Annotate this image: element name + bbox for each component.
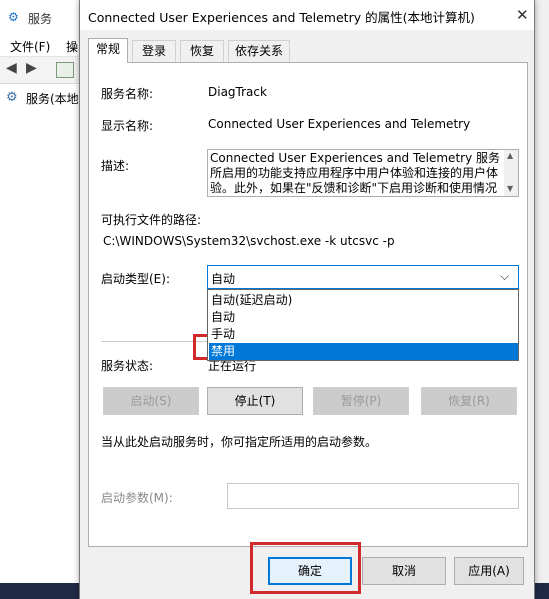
- description-scrollbar[interactable]: ▲ ▼: [504, 150, 518, 196]
- tree-item-services-local[interactable]: 服务(本地: [26, 90, 79, 107]
- properties-dialog: Connected User Experiences and Telemetry…: [79, 0, 535, 599]
- pause-button[interactable]: 暂停(P): [313, 387, 409, 415]
- tab-logon[interactable]: 登录: [132, 40, 176, 62]
- scroll-up-icon[interactable]: ▲: [507, 151, 513, 160]
- service-name-value: DiagTrack: [208, 85, 267, 99]
- background-scroll-edge: [534, 0, 549, 599]
- startup-type-select[interactable]: 自动 ⌵: [207, 265, 519, 289]
- dialog-titlebar: Connected User Experiences and Telemetry…: [80, 0, 534, 30]
- tab-dependencies[interactable]: 依存关系: [228, 40, 290, 62]
- back-arrow-icon[interactable]: ◀: [6, 60, 17, 76]
- startup-type-label: 启动类型(E):: [101, 272, 170, 286]
- menu-file[interactable]: 文件(F): [10, 38, 50, 55]
- tab-general[interactable]: 常规: [88, 38, 128, 63]
- menu-action[interactable]: 操: [66, 38, 78, 55]
- services-window: ⚙ 服务 文件(F) 操 ◀ ▶ ⚙ 服务(本地: [0, 0, 80, 599]
- start-params-label: 启动参数(M):: [101, 491, 173, 505]
- startup-option-manual[interactable]: 手动: [209, 326, 518, 343]
- service-name-label: 服务名称:: [101, 87, 154, 101]
- close-icon[interactable]: ✕: [516, 6, 529, 24]
- resume-button[interactable]: 恢复(R): [421, 387, 517, 415]
- ok-button[interactable]: 确定: [268, 557, 352, 585]
- startup-type-dropdown: 自动(延迟启动) 自动 手动 禁用: [207, 289, 519, 361]
- start-button[interactable]: 启动(S): [103, 387, 199, 415]
- services-titlebar: ⚙ 服务: [0, 0, 80, 34]
- dialog-title: Connected User Experiences and Telemetry…: [88, 10, 475, 25]
- tab-recovery[interactable]: 恢复: [180, 40, 224, 62]
- display-name-value: Connected User Experiences and Telemetry: [208, 117, 471, 131]
- start-params-hint: 当从此处启动服务时，你可指定所适用的启动参数。: [101, 435, 378, 449]
- description-box[interactable]: Connected User Experiences and Telemetry…: [207, 149, 519, 197]
- description-line: 所启用的功能支持应用程序中用户体验和连接的用户体: [210, 166, 499, 180]
- chevron-down-icon[interactable]: ⌵: [500, 269, 509, 284]
- startup-option-auto[interactable]: 自动: [209, 309, 518, 326]
- apply-button[interactable]: 应用(A): [454, 557, 524, 585]
- general-tab-page: 服务名称: DiagTrack 显示名称: Connected User Exp…: [88, 62, 528, 547]
- console-tree-icon[interactable]: [56, 62, 74, 78]
- description-line: Connected User Experiences and Telemetry…: [210, 151, 500, 165]
- stop-button[interactable]: 停止(T): [207, 387, 303, 415]
- startup-option-auto-delayed[interactable]: 自动(延迟启动): [209, 292, 518, 309]
- startup-type-value: 自动: [211, 272, 236, 286]
- exe-path-label: 可执行文件的路径:: [101, 213, 202, 227]
- services-tree: ⚙ 服务(本地: [0, 84, 80, 584]
- scroll-down-icon[interactable]: ▼: [507, 184, 513, 193]
- description-label: 描述:: [101, 159, 130, 173]
- service-status-label: 服务状态:: [101, 359, 154, 373]
- start-params-input[interactable]: [227, 483, 519, 509]
- forward-arrow-icon[interactable]: ▶: [26, 60, 37, 76]
- startup-option-disabled[interactable]: 禁用: [209, 343, 518, 360]
- description-line: 验。此外，如果在"反馈和诊断"下启用诊断和使用情况: [210, 181, 498, 195]
- exe-path-value: C:\WINDOWS\System32\svchost.exe -k utcsv…: [103, 234, 395, 248]
- gear-icon: ⚙: [6, 90, 18, 105]
- cancel-button[interactable]: 取消: [362, 557, 446, 585]
- services-toolbar: ◀ ▶: [0, 56, 80, 84]
- services-app-icon: ⚙: [8, 10, 19, 24]
- services-menubar: 文件(F) 操: [0, 34, 80, 56]
- display-name-label: 显示名称:: [101, 119, 154, 133]
- services-title: 服务: [28, 12, 53, 26]
